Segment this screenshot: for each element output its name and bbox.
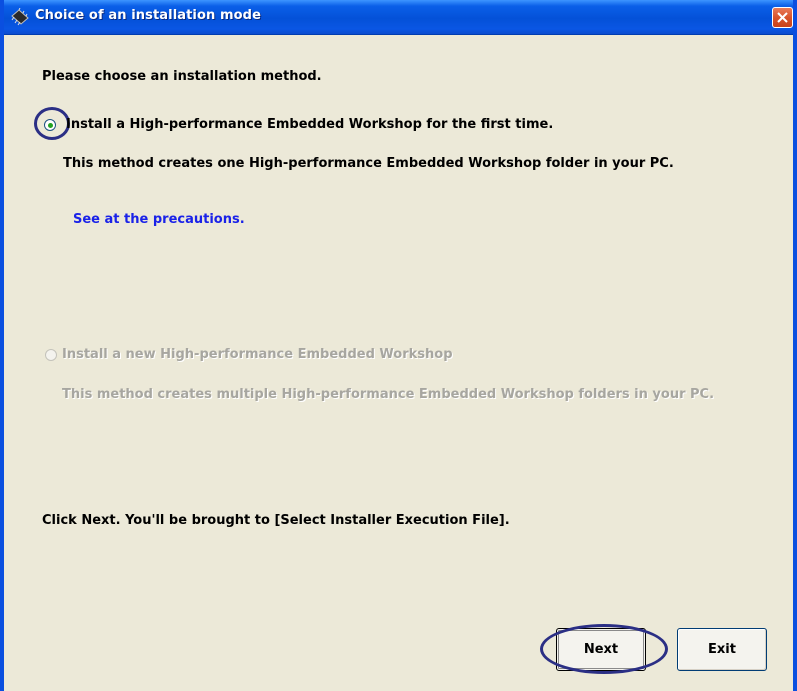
installer-window: Choice of an installation mode Please ch…: [0, 0, 797, 691]
instruction-text: Click Next. You'll be brought to [Select…: [42, 513, 510, 528]
option-first-install-label[interactable]: Install a High-performance Embedded Work…: [66, 117, 553, 132]
prompt-text: Please choose an installation method.: [42, 69, 322, 84]
option-first-install-description: This method creates one High-performance…: [63, 156, 674, 171]
precautions-link[interactable]: See at the precautions.: [73, 212, 245, 227]
exit-button[interactable]: Exit: [677, 628, 767, 671]
annotation-circle-next: [540, 624, 668, 674]
title-bar[interactable]: Choice of an installation mode: [4, 0, 793, 35]
close-button[interactable]: [772, 7, 793, 28]
close-icon: [777, 12, 788, 23]
option-new-install-label[interactable]: Install a new High-performance Embedded …: [62, 347, 453, 362]
chip-icon: [10, 7, 30, 26]
radio-new-install[interactable]: [45, 349, 57, 361]
annotation-circle-radio: [34, 107, 70, 140]
option-new-install-description: This method creates multiple High-perfor…: [62, 387, 715, 402]
window-title: Choice of an installation mode: [35, 8, 261, 23]
